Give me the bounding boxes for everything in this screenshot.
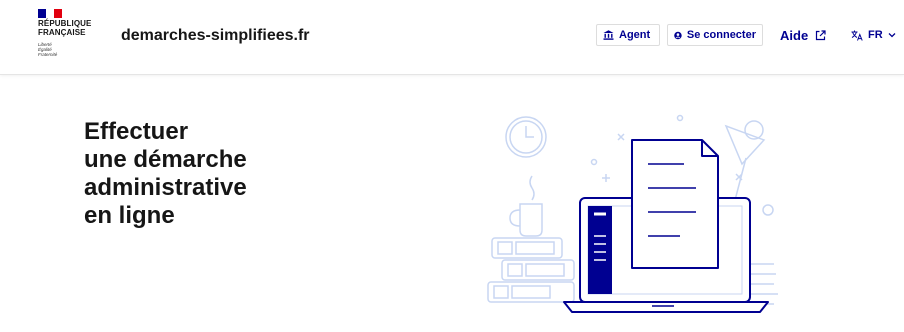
republique-francaise-logo[interactable]: RÉPUBLIQUE FRANÇAISE xyxy=(38,19,91,37)
hero-line-2: une démarche xyxy=(84,146,247,173)
online-procedure-illustration xyxy=(487,114,778,313)
language-selector[interactable]: FR xyxy=(851,29,896,41)
hero-line-4: en ligne xyxy=(84,202,175,229)
books-stack-icon xyxy=(487,237,575,303)
agent-button[interactable]: Agent xyxy=(596,24,660,46)
login-button[interactable]: Se connecter xyxy=(667,24,763,46)
institution-icon xyxy=(603,30,614,40)
brand-line-1: RÉPUBLIQUE xyxy=(38,19,92,28)
translate-icon xyxy=(851,30,863,41)
site-header: RÉPUBLIQUE FRANÇAISE Liberté Égalité Fra… xyxy=(0,0,904,75)
coffee-mug-icon xyxy=(509,175,543,237)
french-flag-logo xyxy=(38,9,62,18)
hero-line-1: Effectuer xyxy=(84,118,189,145)
account-circle-icon xyxy=(674,31,682,39)
hero-title: Effectuer une démarche administrative en… xyxy=(84,118,247,230)
site-name-link[interactable]: demarches-simplifiees.fr xyxy=(121,27,310,45)
clock-icon xyxy=(505,116,547,158)
hero-line-3: administrative xyxy=(84,174,247,201)
language-label: FR xyxy=(868,29,883,41)
help-label: Aide xyxy=(780,28,809,43)
motto: Liberté Égalité Fraternité xyxy=(38,42,57,57)
agent-label: Agent xyxy=(619,29,651,41)
external-link-icon xyxy=(816,30,826,41)
login-label: Se connecter xyxy=(686,29,756,41)
chevron-down-icon xyxy=(888,33,896,38)
document-icon xyxy=(631,139,719,269)
motto-fraternite: Fraternité xyxy=(38,52,58,57)
help-link[interactable]: Aide xyxy=(780,28,826,43)
brand-line-2: FRANÇAISE xyxy=(38,28,86,37)
